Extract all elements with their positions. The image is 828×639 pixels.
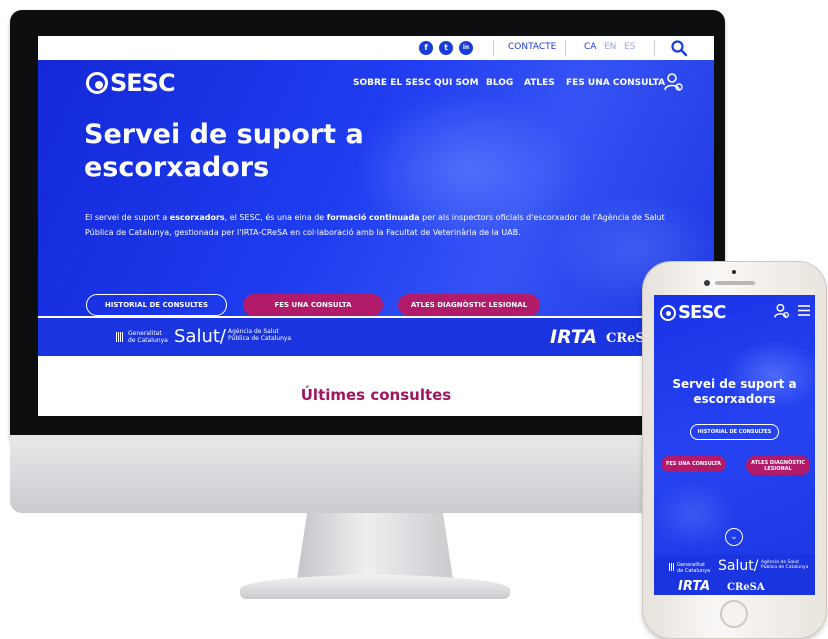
nav-qui-som[interactable]: QUI SOM: [434, 78, 479, 88]
cresa-logo[interactable]: CReSA: [727, 582, 765, 593]
divider: [565, 41, 566, 55]
hero-title-line: escorxadors: [84, 152, 270, 183]
hero-text-part: , el SESC, és una eina de: [224, 213, 327, 222]
hero-text-bold: escorxadors: [169, 213, 225, 222]
irta-logo[interactable]: IRTA: [550, 326, 597, 348]
salut-subtitle-line: Agència de Salut: [228, 328, 279, 335]
monitor-chin: [10, 435, 725, 513]
fes-una-consulta-button[interactable]: FES UNA CONSULTA: [661, 456, 726, 472]
nav-blog[interactable]: BLOG: [486, 78, 513, 88]
hamburger-menu-icon[interactable]: [798, 305, 810, 316]
linkedin-icon[interactable]: in: [459, 41, 473, 55]
salut-subtitle: Agència de Salut Pública de Catalunya: [228, 328, 291, 342]
partners-strip: Generalitat de Catalunya Salut/ Agència …: [38, 318, 714, 356]
historial-consultes-button[interactable]: HISTORIAL DE CONSULTES: [690, 424, 779, 440]
desktop-screen: f t in CONTACTE CA EN ES SESC SOBRE EL S…: [38, 36, 714, 416]
phone-home-button: [720, 600, 748, 628]
sesc-logo-mark-icon: [660, 304, 676, 321]
button-label-line: ATLES DIAGNÒSTIC: [751, 459, 805, 466]
salut-logo[interactable]: Salut/: [718, 558, 758, 574]
generalitat-logo-icon: [669, 563, 675, 571]
scroll-down-icon[interactable]: ⌄: [725, 528, 743, 546]
hero-title: Servei de suport a escorxadors: [84, 118, 424, 184]
button-label-line: LESIONAL: [764, 465, 792, 472]
search-icon[interactable]: [670, 39, 688, 57]
generalitat-text: Generalitat: [128, 330, 162, 337]
divider: [493, 41, 494, 55]
hero-title-line: Servei de suport a: [672, 377, 797, 391]
logo-text: SESC: [110, 69, 176, 97]
hero-text-bold: formació continuada: [326, 213, 420, 222]
latest-consultations-title: Últimes consultes: [300, 386, 452, 404]
mobile-screen: SESC Servei de suport a escorxadors HIST…: [654, 295, 815, 595]
sesc-logo[interactable]: SESC: [86, 69, 176, 97]
salut-subtitle-line: Pública de Catalunya: [761, 565, 809, 570]
twitter-icon[interactable]: t: [439, 41, 453, 55]
monitor-stand: [296, 513, 454, 581]
nav-atles[interactable]: ATLES: [524, 78, 555, 88]
divider: [654, 41, 655, 55]
logo-text: SESC: [678, 302, 726, 323]
monitor-stand-base: [240, 575, 510, 599]
hero-description: El servei de suport a escorxadors, el SE…: [85, 210, 685, 240]
irta-logo[interactable]: IRTA: [678, 579, 710, 594]
mobile-sesc-logo[interactable]: SESC: [660, 302, 726, 323]
salut-subtitle-line: Pública de Catalunya: [228, 335, 292, 342]
historial-consultes-button[interactable]: HISTORIAL DE CONSULTES: [86, 294, 227, 316]
fes-una-consulta-button[interactable]: FES UNA CONSULTA: [243, 294, 383, 316]
generalitat-text: de Catalunya: [677, 568, 711, 574]
phone-camera: [704, 280, 710, 286]
generalitat-logo-icon: [116, 332, 124, 342]
phone-sensor: [732, 270, 736, 274]
mobile-phone: SESC Servei de suport a escorxadors HIST…: [643, 262, 826, 638]
mobile-partners-strip: Generalitat de Catalunya Salut/ Agència …: [654, 555, 815, 595]
atles-diagnostic-button[interactable]: ATLES DIAGNÒSTIC LESIONAL: [398, 294, 540, 316]
hero-title-line: escorxadors: [693, 392, 776, 406]
sesc-logo-mark-icon: [86, 72, 108, 94]
nav-fes-una-consulta[interactable]: FES UNA CONSULTA: [566, 78, 665, 88]
utility-bar: f t in CONTACTE CA EN ES: [38, 36, 714, 60]
generalitat-text: de Catalunya: [128, 337, 168, 344]
facebook-icon[interactable]: f: [419, 41, 433, 55]
user-settings-icon[interactable]: [774, 303, 790, 319]
hero-title-line: Servei de suport a: [84, 119, 364, 150]
atles-diagnostic-button[interactable]: ATLES DIAGNÒSTIC LESIONAL: [746, 456, 810, 475]
hero-text-part: El servei de suport a: [85, 213, 170, 222]
lang-ca[interactable]: CA: [584, 42, 596, 52]
lang-es[interactable]: ES: [624, 42, 635, 52]
salut-logo[interactable]: Salut/: [174, 326, 226, 347]
generalitat-logo[interactable]: Generalitat de Catalunya: [677, 562, 710, 574]
generalitat-logo[interactable]: Generalitat de Catalunya: [128, 330, 168, 344]
lang-en[interactable]: EN: [604, 42, 616, 52]
user-settings-icon[interactable]: [664, 72, 684, 92]
mobile-hero-title: Servei de suport a escorxadors: [654, 377, 815, 407]
phone-speaker: [715, 281, 755, 285]
hero-section: SESC SOBRE EL SESC QUI SOM BLOG ATLES FE…: [38, 60, 714, 316]
contact-link[interactable]: CONTACTE: [508, 42, 556, 52]
salut-subtitle: Agència de Salut Pública de Catalunya: [761, 560, 808, 570]
nav-sobre-el-sesc[interactable]: SOBRE EL SESC: [353, 78, 431, 88]
